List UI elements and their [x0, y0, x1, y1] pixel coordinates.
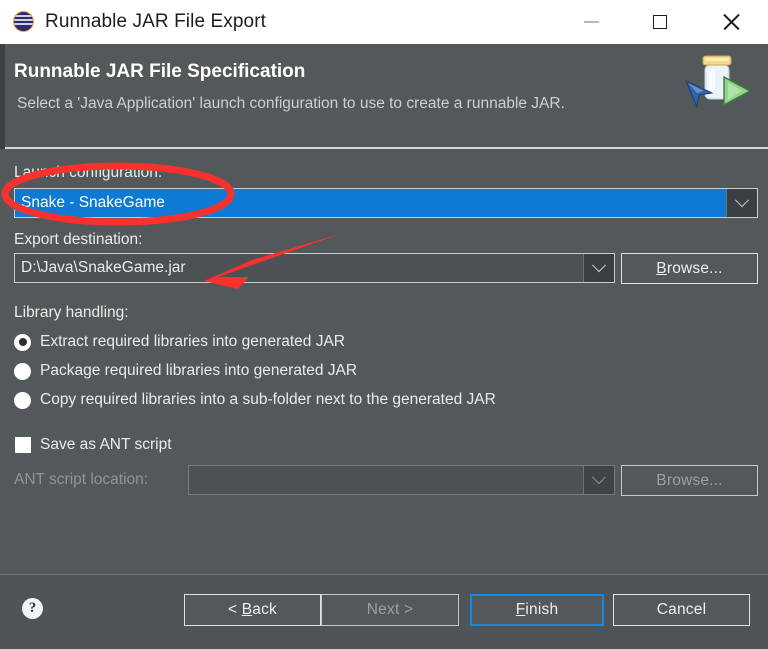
cancel-label: Cancel [656, 601, 707, 618]
title-bar: Runnable JAR File Export [0, 0, 768, 45]
help-icon[interactable]: ? [22, 598, 43, 619]
eclipse-globe-icon [13, 11, 35, 33]
ant-script-location-combo [188, 465, 615, 495]
radio-indicator-copy[interactable] [14, 391, 31, 409]
export-destination-dropdown-button[interactable] [583, 254, 614, 282]
close-icon [722, 13, 740, 31]
radio-label-extract: Extract required libraries into generate… [40, 333, 345, 350]
export-destination-combo[interactable]: D:\Java\SnakeGame.jar [14, 253, 615, 283]
chevron-down-icon [591, 470, 607, 485]
next-button: Next > [321, 594, 459, 626]
radio-indicator-extract[interactable] [14, 333, 31, 351]
runnable-jar-export-dialog: Runnable JAR File Export Runnable JAR Fi… [0, 0, 768, 649]
page-title: Runnable JAR File Specification [14, 61, 306, 82]
finish-button[interactable]: Finish [470, 594, 604, 626]
next-label: Next > [366, 601, 414, 618]
export-destination-label: Export destination: [14, 231, 143, 248]
dialog-body: Launch configuration: Snake - SnakeGame … [0, 149, 768, 574]
window-title: Runnable JAR File Export [45, 11, 267, 32]
launch-configuration-combo[interactable]: Snake - SnakeGame [14, 188, 758, 218]
finish-mnemonic: F [515, 601, 526, 618]
finish-label-rest: inish [525, 601, 559, 618]
page-description: Select a 'Java Application' launch confi… [17, 95, 565, 112]
launch-configuration-dropdown-button[interactable] [726, 189, 757, 217]
launch-configuration-label: Launch configuration: [14, 164, 163, 181]
radio-indicator-package[interactable] [14, 362, 31, 380]
radio-label-copy: Copy required libraries into a sub-folde… [40, 391, 496, 408]
export-destination-browse-button[interactable]: Browse... [621, 253, 758, 284]
radio-copy-libraries[interactable]: Copy required libraries into a sub-folde… [14, 391, 496, 409]
back-mnemonic: B [241, 601, 253, 618]
radio-extract-libraries[interactable]: Extract required libraries into generate… [14, 333, 345, 351]
library-handling-label: Library handling: [14, 304, 129, 321]
launch-configuration-value: Snake - SnakeGame [15, 189, 726, 217]
radio-label-package: Package required libraries into generate… [40, 362, 358, 379]
ant-script-location-input [189, 466, 583, 494]
chevron-down-icon [591, 258, 607, 273]
radio-package-libraries[interactable]: Package required libraries into generate… [14, 362, 357, 380]
export-destination-browse-label: rowse... [666, 259, 723, 277]
ant-script-location-label: ANT script location: [14, 471, 149, 488]
back-button[interactable]: < Back [184, 594, 321, 626]
export-destination-input[interactable]: D:\Java\SnakeGame.jar [15, 254, 583, 282]
minimize-icon [583, 21, 599, 23]
dialog-header: Runnable JAR File Specification Select a… [0, 44, 768, 148]
minimize-button[interactable] [556, 0, 626, 44]
checkbox-save-as-ant-script[interactable]: Save as ANT script [15, 436, 172, 454]
checkbox-indicator-ant[interactable] [15, 437, 31, 453]
window-controls [556, 0, 768, 44]
close-button[interactable] [694, 0, 768, 44]
ant-script-location-dropdown-button [583, 466, 614, 494]
runnable-jar-icon [678, 49, 756, 124]
cancel-button[interactable]: Cancel [613, 594, 750, 626]
maximize-button[interactable] [626, 0, 694, 44]
ant-script-browse-button: Browse... [621, 465, 758, 496]
browse-mnemonic: B [656, 259, 667, 277]
back-label-rest: ack [252, 601, 278, 618]
chevron-down-icon [734, 193, 750, 208]
ant-script-browse-label: Browse... [656, 471, 723, 489]
maximize-icon [653, 15, 667, 29]
checkbox-label-ant: Save as ANT script [40, 436, 172, 453]
